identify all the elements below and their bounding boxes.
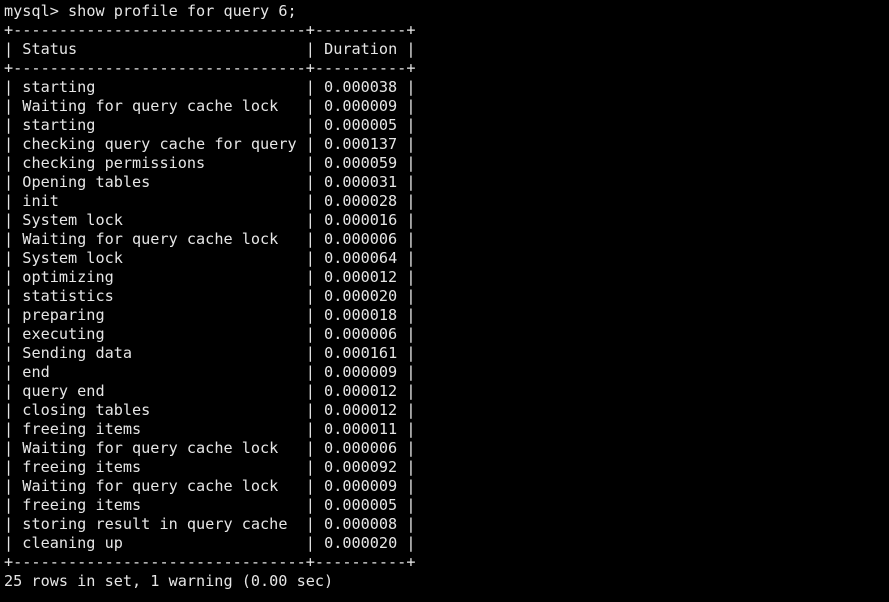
- status-cell: storing result in query cache: [22, 515, 288, 533]
- table-row: | Sending data | 0.000161 |: [4, 344, 416, 362]
- terminal-output: mysql> show profile for query 6; +-------…: [4, 2, 889, 591]
- duration-cell: 0.000006: [324, 230, 398, 248]
- status-cell: preparing: [22, 306, 105, 324]
- duration-cell: 0.000038: [324, 78, 398, 96]
- status-cell: statistics: [22, 287, 114, 305]
- status-cell: query end: [22, 382, 105, 400]
- status-cell: System lock: [22, 211, 123, 229]
- status-cell: Waiting for query cache lock: [22, 97, 279, 115]
- status-cell: Waiting for query cache lock: [22, 230, 279, 248]
- status-cell: freeing items: [22, 458, 142, 476]
- status-cell: Waiting for query cache lock: [22, 477, 279, 495]
- duration-cell: 0.000092: [324, 458, 398, 476]
- table-row: | Opening tables | 0.000031 |: [4, 173, 416, 191]
- status-cell: init: [22, 192, 59, 210]
- table-row: | Waiting for query cache lock | 0.00000…: [4, 230, 416, 248]
- duration-cell: 0.000020: [324, 534, 398, 552]
- duration-cell: 0.000020: [324, 287, 398, 305]
- table-row: | checking permissions | 0.000059 |: [4, 154, 416, 172]
- table-row: | freeing items | 0.000005 |: [4, 496, 416, 514]
- status-cell: Waiting for query cache lock: [22, 439, 279, 457]
- table-row: | freeing items | 0.000011 |: [4, 420, 416, 438]
- status-cell: starting: [22, 116, 96, 134]
- table-row: | storing result in query cache | 0.0000…: [4, 515, 416, 533]
- terminal-window[interactable]: mysql> show profile for query 6; +-------…: [0, 0, 889, 602]
- duration-cell: 0.000012: [324, 401, 398, 419]
- table-row: | starting | 0.000005 |: [4, 116, 416, 134]
- duration-cell: 0.000005: [324, 116, 398, 134]
- status-cell: cleaning up: [22, 534, 123, 552]
- command-text: show profile for query 6;: [68, 2, 297, 20]
- duration-cell: 0.000016: [324, 211, 398, 229]
- table-border: +--------------------------------+------…: [4, 59, 416, 77]
- table-row: | System lock | 0.000064 |: [4, 249, 416, 267]
- duration-cell: 0.000012: [324, 382, 398, 400]
- table-row: | optimizing | 0.000012 |: [4, 268, 416, 286]
- table-row: | cleaning up | 0.000020 |: [4, 534, 416, 552]
- duration-cell: 0.000012: [324, 268, 398, 286]
- table-row: | freeing items | 0.000092 |: [4, 458, 416, 476]
- duration-cell: 0.000031: [324, 173, 398, 191]
- status-cell: optimizing: [22, 268, 114, 286]
- duration-cell: 0.000009: [324, 477, 398, 495]
- table-row: | System lock | 0.000016 |: [4, 211, 416, 229]
- table-row: | init | 0.000028 |: [4, 192, 416, 210]
- summary-text: 25 rows in set, 1 warning (0.00 sec): [4, 572, 334, 590]
- status-cell: checking query cache for query: [22, 135, 297, 153]
- duration-cell: 0.000059: [324, 154, 398, 172]
- status-cell: end: [22, 363, 50, 381]
- duration-cell: 0.000161: [324, 344, 398, 362]
- status-cell: checking permissions: [22, 154, 206, 172]
- table-row: | Waiting for query cache lock | 0.00000…: [4, 477, 416, 495]
- duration-cell: 0.000064: [324, 249, 398, 267]
- status-cell: executing: [22, 325, 105, 343]
- duration-cell: 0.000009: [324, 363, 398, 381]
- table-border: +--------------------------------+------…: [4, 21, 416, 39]
- table-row: | Waiting for query cache lock | 0.00000…: [4, 97, 416, 115]
- status-cell: starting: [22, 78, 96, 96]
- column-header-status: Status: [22, 40, 78, 58]
- table-row: | query end | 0.000012 |: [4, 382, 416, 400]
- duration-cell: 0.000006: [324, 439, 398, 457]
- table-row: | checking query cache for query | 0.000…: [4, 135, 416, 153]
- duration-cell: 0.000009: [324, 97, 398, 115]
- duration-cell: 0.000006: [324, 325, 398, 343]
- table-row: | Waiting for query cache lock | 0.00000…: [4, 439, 416, 457]
- table-row: | closing tables | 0.000012 |: [4, 401, 416, 419]
- status-cell: Sending data: [22, 344, 133, 362]
- command-line: mysql> show profile for query 6;: [4, 2, 889, 21]
- table-row: | starting | 0.000038 |: [4, 78, 416, 96]
- duration-cell: 0.000018: [324, 306, 398, 324]
- status-cell: System lock: [22, 249, 123, 267]
- duration-cell: 0.000011: [324, 420, 398, 438]
- duration-cell: 0.000028: [324, 192, 398, 210]
- table-row: | statistics | 0.000020 |: [4, 287, 416, 305]
- table-row: | executing | 0.000006 |: [4, 325, 416, 343]
- status-cell: freeing items: [22, 420, 142, 438]
- result-summary: 25 rows in set, 1 warning (0.00 sec): [4, 572, 889, 591]
- column-header-duration: Duration: [324, 40, 398, 58]
- table-row: | preparing | 0.000018 |: [4, 306, 416, 324]
- duration-cell: 0.000008: [324, 515, 398, 533]
- status-cell: Opening tables: [22, 173, 151, 191]
- table-row: | end | 0.000009 |: [4, 363, 416, 381]
- duration-cell: 0.000137: [324, 135, 398, 153]
- table-header: | Status | Duration |: [4, 40, 416, 58]
- duration-cell: 0.000005: [324, 496, 398, 514]
- prompt: mysql>: [4, 2, 59, 20]
- table-border: +--------------------------------+------…: [4, 553, 416, 571]
- status-cell: freeing items: [22, 496, 142, 514]
- status-cell: closing tables: [22, 401, 151, 419]
